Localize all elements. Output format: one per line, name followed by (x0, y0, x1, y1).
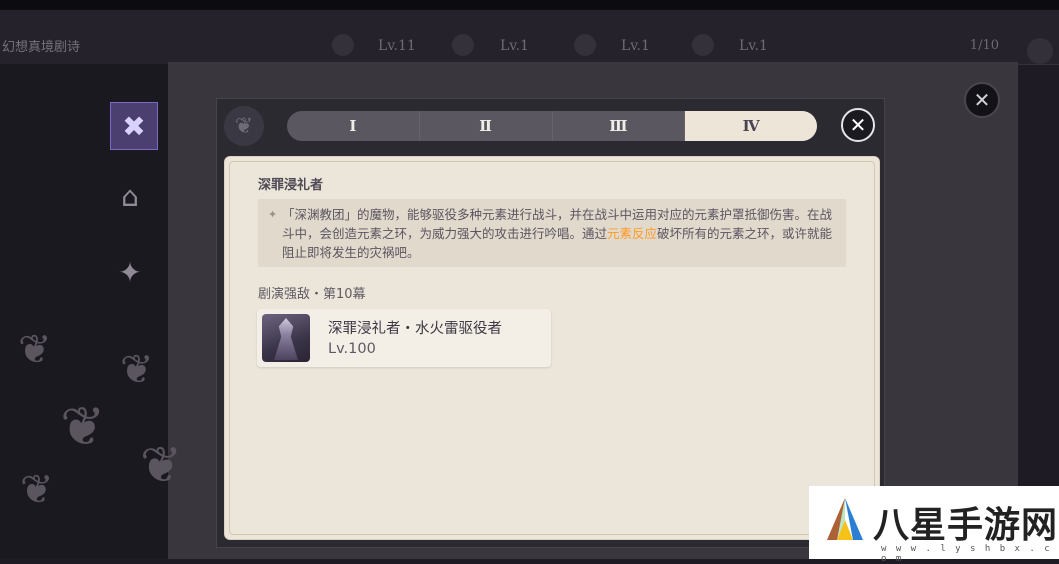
close-icon: ✕ (849, 113, 867, 137)
watermark-brand: 八星手游网 (873, 505, 1059, 546)
bullet-icon: ✦ (268, 208, 278, 221)
top-bar: 幻想真境剧诗 Lv.11 Lv.1 Lv.1 Lv.1 1/10 (0, 10, 1059, 65)
enemy-card[interactable]: 深罪浸礼者・水火雷驱役者 Lv.100 (257, 309, 551, 367)
enemy-name: 深罪浸礼者 (258, 178, 324, 193)
sidebar-item-hat-icon[interactable]: ⌂ (106, 172, 154, 220)
enemy-portrait (262, 314, 310, 362)
tab-act-4[interactable]: Ⅳ (685, 111, 817, 141)
tab-act-2[interactable]: Ⅱ (420, 111, 553, 141)
level-label-4: Lv.1 (739, 38, 768, 54)
level-label-2: Lv.1 (500, 38, 529, 54)
watermark-logo-icon (827, 498, 863, 540)
level-label-3: Lv.1 (621, 38, 650, 54)
background-close-button[interactable]: ✕ (964, 82, 1000, 118)
progress-count: 1/10 (969, 38, 999, 53)
top-strip (0, 0, 1059, 10)
butterfly-decoration-icon: ❦ (18, 327, 52, 373)
character-badge-icon (452, 34, 474, 56)
level-label-1: Lv.11 (378, 38, 416, 54)
watermark: 八星手游网 w w w . l y s h b x . c o m (809, 486, 1059, 564)
enemy-card-title: 深罪浸礼者・水火雷驱役者 (328, 321, 502, 337)
act-tabs: Ⅰ Ⅱ Ⅲ Ⅳ (287, 111, 817, 141)
butterfly-decoration-icon: ❦ (20, 467, 54, 513)
section-title: 剧演强敌・第10幕 (258, 287, 366, 302)
character-badge-icon (574, 34, 596, 56)
tab-act-1[interactable]: Ⅰ (287, 111, 420, 141)
description-box: ✦ 「深渊教团」的魔物，能够驱役多种元素进行战斗，并在战斗中运用对应的元素护罩抵… (258, 199, 846, 267)
close-button[interactable]: ✕ (841, 108, 875, 142)
butterfly-emblem-icon: ❦ (224, 106, 264, 146)
menu-button[interactable] (1027, 38, 1053, 64)
enemy-info-panel: 深罪浸礼者 ✦ 「深渊教团」的魔物，能够驱役多种元素进行战斗，并在战斗中运用对应… (224, 156, 880, 540)
character-badge-icon (332, 34, 354, 56)
butterfly-decoration-icon: ❦ (120, 347, 154, 393)
enemy-card-level: Lv.100 (328, 341, 376, 357)
enemy-description: 「深渊教团」的魔物，能够驱役多种元素进行战斗，并在战斗中运用对应的元素护罩抵御伤… (282, 205, 842, 262)
elemental-reaction-highlight: 元素反应 (607, 226, 658, 241)
butterfly-decoration-icon: ❦ (60, 395, 106, 458)
sidebar-item-enemies[interactable]: ✖ (110, 102, 158, 150)
butterfly-decoration-icon: ❦ (140, 436, 182, 494)
tab-act-3[interactable]: Ⅲ (553, 111, 686, 141)
sidebar-item-card-icon[interactable]: ✦ (106, 248, 154, 296)
watermark-url: w w w . l y s h b x . c o m (881, 544, 1052, 564)
mode-title: 幻想真境剧诗 (2, 40, 81, 55)
character-badge-icon (692, 34, 714, 56)
